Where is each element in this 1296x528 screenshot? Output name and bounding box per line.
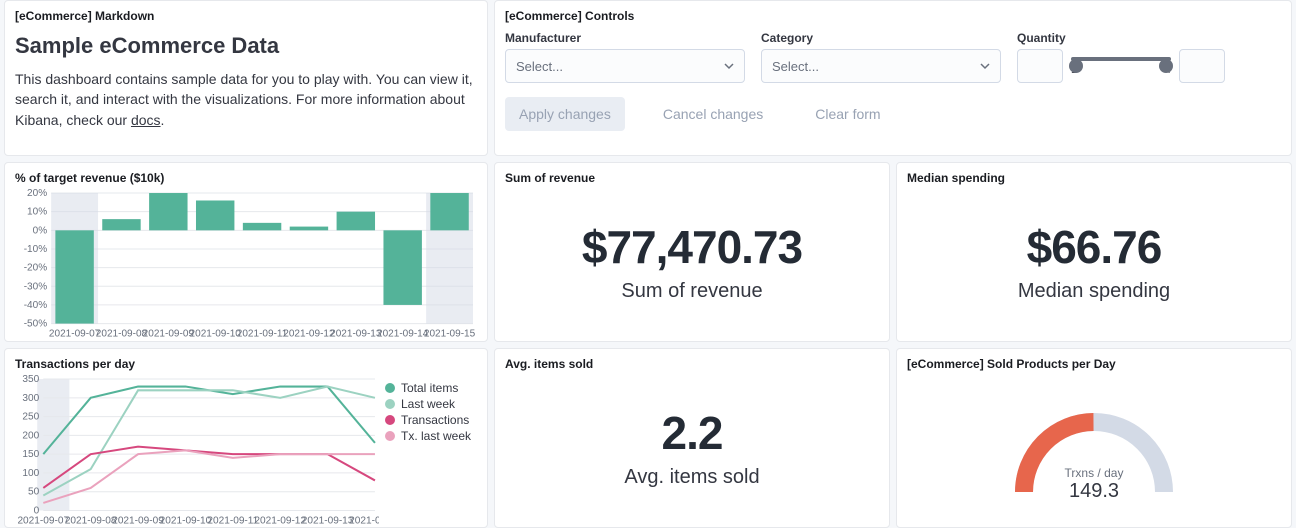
svg-text:2021-09-08: 2021-09-08 [96, 329, 148, 340]
avg-items-panel: Avg. items sold 2.2 Avg. items sold [494, 348, 890, 528]
quantity-control: Quantity 1 4 [1017, 31, 1225, 83]
svg-text:50: 50 [28, 487, 40, 498]
manufacturer-control: Manufacturer Select... [505, 31, 745, 83]
manufacturer-label: Manufacturer [505, 31, 745, 45]
svg-text:2021-09-13: 2021-09-13 [302, 516, 354, 527]
svg-text:-30%: -30% [24, 281, 47, 292]
metric-value: $77,470.73 [582, 220, 802, 274]
manufacturer-select[interactable]: Select... [505, 49, 745, 83]
legend-item: Last week [385, 397, 477, 411]
chevron-down-icon [980, 61, 990, 71]
svg-text:2021-09-14: 2021-09-14 [377, 329, 429, 340]
line-chart[interactable]: 0501001502002503003502021-09-072021-09-0… [15, 375, 379, 527]
panel-title: Avg. items sold [505, 357, 879, 371]
quantity-label: Quantity [1017, 31, 1225, 45]
metric-label: Avg. items sold [624, 466, 759, 489]
apply-changes-button[interactable]: Apply changes [505, 97, 625, 131]
gauge-label: Trxns / day [1065, 466, 1124, 480]
panel-title: [eCommerce] Controls [505, 9, 1281, 23]
gauge-chart[interactable]: Trxns / day 149.3 [907, 375, 1281, 519]
svg-text:10%: 10% [27, 207, 47, 218]
clear-form-button[interactable]: Clear form [801, 97, 894, 131]
panel-title: Transactions per day [15, 357, 477, 371]
markdown-body-text: This dashboard contains sample data for … [15, 71, 473, 128]
svg-text:-50%: -50% [24, 319, 47, 330]
svg-text:2021-09-08: 2021-09-08 [65, 516, 117, 527]
sum-revenue-panel: Sum of revenue $77,470.73 Sum of revenue [494, 162, 890, 342]
svg-text:2021-09-15: 2021-09-15 [424, 329, 476, 340]
quantity-max-input[interactable] [1179, 49, 1225, 83]
cancel-changes-button[interactable]: Cancel changes [649, 97, 777, 131]
legend-item: Transactions [385, 413, 477, 427]
metric-value: 2.2 [662, 406, 723, 460]
svg-text:250: 250 [22, 412, 39, 423]
bar-chart[interactable]: -50%-40%-30%-20%-10%0%10%20%2021-09-0720… [15, 189, 477, 340]
page-title: Sample eCommerce Data [15, 33, 477, 59]
svg-text:2021-09-09: 2021-09-09 [143, 329, 195, 340]
quantity-slider[interactable]: 1 4 [1071, 49, 1171, 83]
category-control: Category Select... [761, 31, 1001, 83]
slider-knob-left[interactable] [1069, 59, 1083, 73]
panel-title: [eCommerce] Sold Products per Day [907, 357, 1281, 371]
panel-title: % of target revenue ($10k) [15, 171, 477, 185]
markdown-panel: [eCommerce] Markdown Sample eCommerce Da… [4, 0, 488, 156]
select-placeholder: Select... [516, 59, 563, 74]
quantity-min-input[interactable] [1017, 49, 1063, 83]
svg-text:300: 300 [22, 393, 39, 404]
gauge-panel: [eCommerce] Sold Products per Day Trxns … [896, 348, 1292, 528]
svg-text:2021-09-09: 2021-09-09 [112, 516, 164, 527]
gauge-value: 149.3 [1069, 480, 1119, 503]
markdown-body: This dashboard contains sample data for … [15, 69, 477, 130]
category-select[interactable]: Select... [761, 49, 1001, 83]
svg-text:2021-09-10: 2021-09-10 [160, 516, 212, 527]
svg-text:20%: 20% [27, 189, 47, 199]
legend-item: Total items [385, 381, 477, 395]
docs-link[interactable]: docs [131, 112, 161, 128]
chevron-down-icon [724, 61, 734, 71]
transactions-panel: Transactions per day 0501001502002503003… [4, 348, 488, 528]
svg-text:2021-09-12: 2021-09-12 [254, 516, 306, 527]
metric-value: $66.76 [1027, 220, 1162, 274]
svg-text:2021-09-11: 2021-09-11 [237, 329, 288, 340]
controls-panel: [eCommerce] Controls Manufacturer Select… [494, 0, 1292, 156]
svg-text:350: 350 [22, 375, 39, 385]
svg-text:2021-09-11: 2021-09-11 [207, 516, 258, 527]
svg-text:100: 100 [22, 468, 39, 479]
median-spending-panel: Median spending $66.76 Median spending [896, 162, 1292, 342]
panel-title: Median spending [907, 171, 1281, 185]
target-revenue-panel: % of target revenue ($10k) -50% -40% -30% -… [4, 162, 488, 342]
svg-text:2021-09-10: 2021-09-10 [190, 329, 242, 340]
svg-text:200: 200 [22, 430, 39, 441]
svg-text:150: 150 [22, 449, 39, 460]
svg-text:-40%: -40% [24, 300, 47, 311]
slider-knob-right[interactable] [1159, 59, 1173, 73]
metric-label: Median spending [1018, 280, 1170, 303]
metric-label: Sum of revenue [621, 280, 762, 303]
svg-text:2021-09-14: 2021-09-14 [349, 516, 379, 527]
svg-text:2021-09-12: 2021-09-12 [283, 329, 335, 340]
panel-title: [eCommerce] Markdown [15, 9, 477, 23]
svg-text:2021-09-07: 2021-09-07 [17, 516, 69, 527]
category-label: Category [761, 31, 1001, 45]
svg-text:2021-09-13: 2021-09-13 [330, 329, 382, 340]
panel-title: Sum of revenue [505, 171, 879, 185]
svg-text:2021-09-07: 2021-09-07 [49, 329, 101, 340]
chart-legend: Total items Last week Transactions Tx. l… [379, 375, 477, 527]
legend-item: Tx. last week [385, 429, 477, 443]
svg-text:0%: 0% [33, 225, 48, 236]
svg-text:-10%: -10% [24, 244, 47, 255]
svg-text:-20%: -20% [24, 263, 47, 274]
select-placeholder: Select... [772, 59, 819, 74]
markdown-body-post: . [161, 112, 165, 128]
